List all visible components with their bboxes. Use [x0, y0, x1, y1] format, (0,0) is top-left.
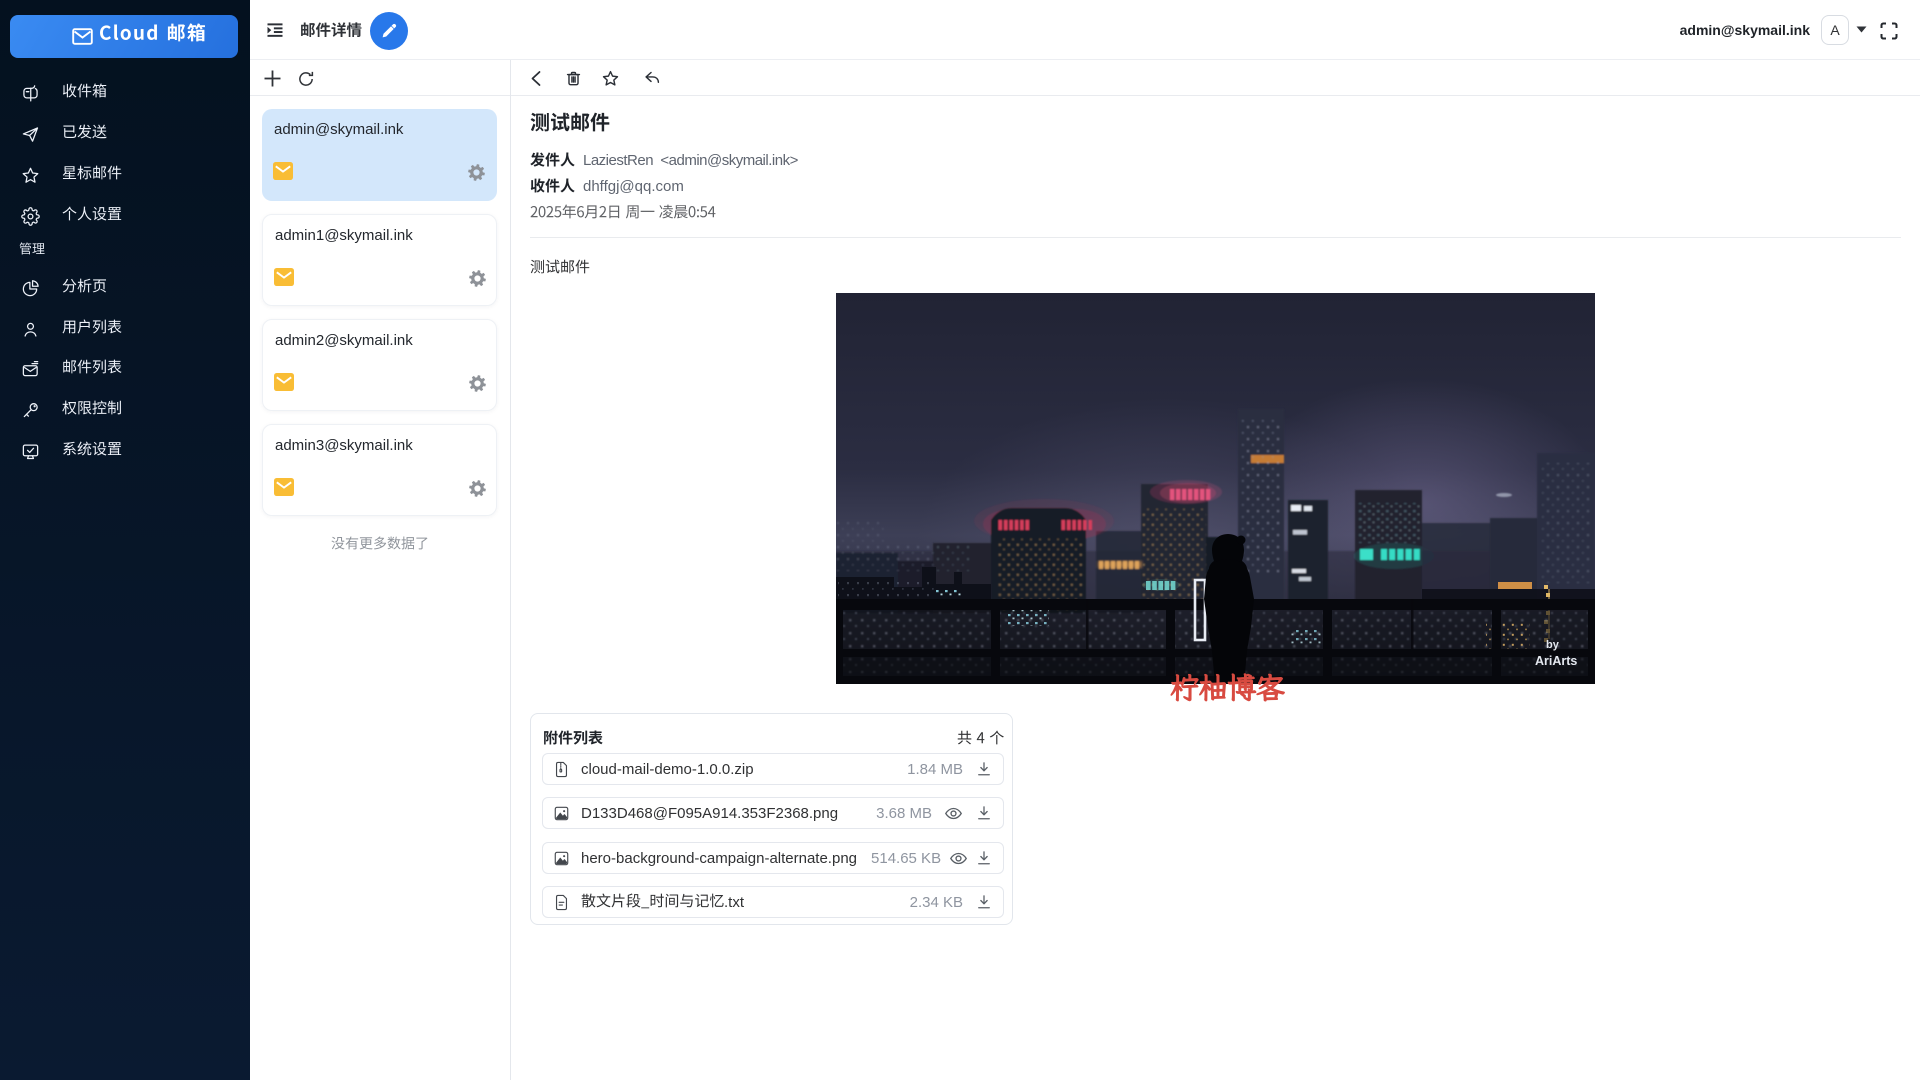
svg-text:by: by — [1546, 639, 1560, 651]
svg-text:AriArts: AriArts — [1535, 654, 1577, 668]
